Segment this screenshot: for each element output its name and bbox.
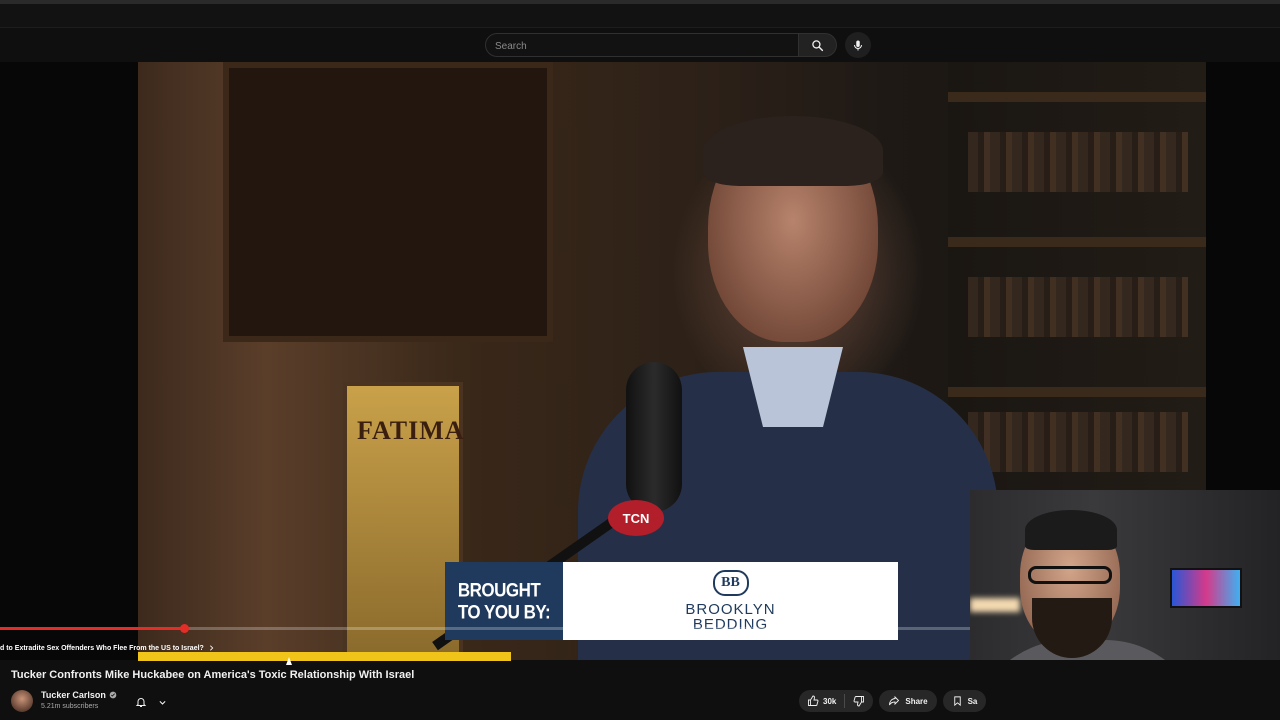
browser-tab-line	[0, 0, 1280, 4]
webcam-lamp	[970, 598, 1020, 612]
chevron-down-icon	[159, 700, 166, 705]
masthead	[0, 28, 1280, 62]
notification-button[interactable]	[129, 691, 173, 713]
search-button[interactable]	[799, 33, 837, 57]
browser-top-strip	[0, 0, 1280, 28]
highlight-bar	[138, 652, 511, 661]
progress-bar[interactable]	[0, 624, 970, 633]
video-player[interactable]: FATIMA TCN BROUGHT TO YOU BY: BB BROOKLY…	[0, 62, 1280, 660]
microphone	[626, 362, 682, 512]
thumb-up-icon	[808, 695, 819, 706]
books	[968, 277, 1188, 337]
channel-avatar[interactable]	[11, 690, 33, 712]
sponsor-left-text: BROUGHT TO YOU BY:	[457, 579, 551, 623]
sponsor-monogram: BB	[712, 570, 749, 596]
books	[968, 412, 1188, 472]
channel-name: Tucker Carlson	[41, 690, 106, 700]
mouse-cursor	[286, 657, 292, 665]
mic-icon	[854, 40, 862, 50]
action-buttons: 30k Share Sa	[799, 690, 987, 712]
save-button[interactable]: Sa	[942, 690, 987, 712]
search-icon	[812, 39, 824, 51]
search-box[interactable]	[485, 33, 799, 57]
host-hair	[703, 116, 883, 186]
reactor-hair	[1025, 510, 1117, 550]
save-label: Sa	[967, 696, 978, 706]
share-label: Share	[905, 696, 928, 706]
bell-icon	[135, 698, 146, 707]
like-count: 30k	[823, 696, 837, 706]
shelf-board	[948, 237, 1206, 247]
verified-icon	[109, 691, 117, 699]
video-title: Tucker Confronts Mike Huckabee on Americ…	[11, 669, 415, 681]
channel-name-wrap[interactable]: Tucker Carlson	[41, 690, 117, 700]
like-dislike-group: 30k	[799, 690, 874, 712]
shelf-board	[948, 387, 1206, 397]
subscriber-count: 5.21m subscribers	[41, 703, 99, 710]
bookmark-icon	[953, 696, 961, 707]
search-input[interactable]	[495, 38, 785, 54]
webcam-monitor	[1170, 568, 1242, 608]
books	[968, 132, 1188, 192]
poster-text: FATIMA	[357, 416, 465, 445]
share-icon	[889, 695, 900, 706]
like-button[interactable]: 30k	[799, 690, 844, 712]
channel-row: Tucker Carlson 5.21m subscribers 30k Sha…	[11, 689, 987, 717]
reactor-webcam	[970, 490, 1280, 660]
mic-logo: TCN	[608, 500, 664, 536]
wall-frame	[223, 62, 553, 342]
dislike-button[interactable]	[845, 690, 873, 712]
reactor-glasses	[1028, 566, 1112, 584]
progress-played	[0, 627, 185, 630]
chevron-right-icon	[209, 645, 214, 651]
chapter-label: d to Extradite Sex Offenders Who Flee Fr…	[0, 644, 204, 652]
share-button[interactable]: Share	[879, 690, 937, 712]
voice-search-button[interactable]	[845, 32, 871, 58]
thumb-down-icon	[853, 696, 865, 707]
shelf-board	[948, 92, 1206, 102]
